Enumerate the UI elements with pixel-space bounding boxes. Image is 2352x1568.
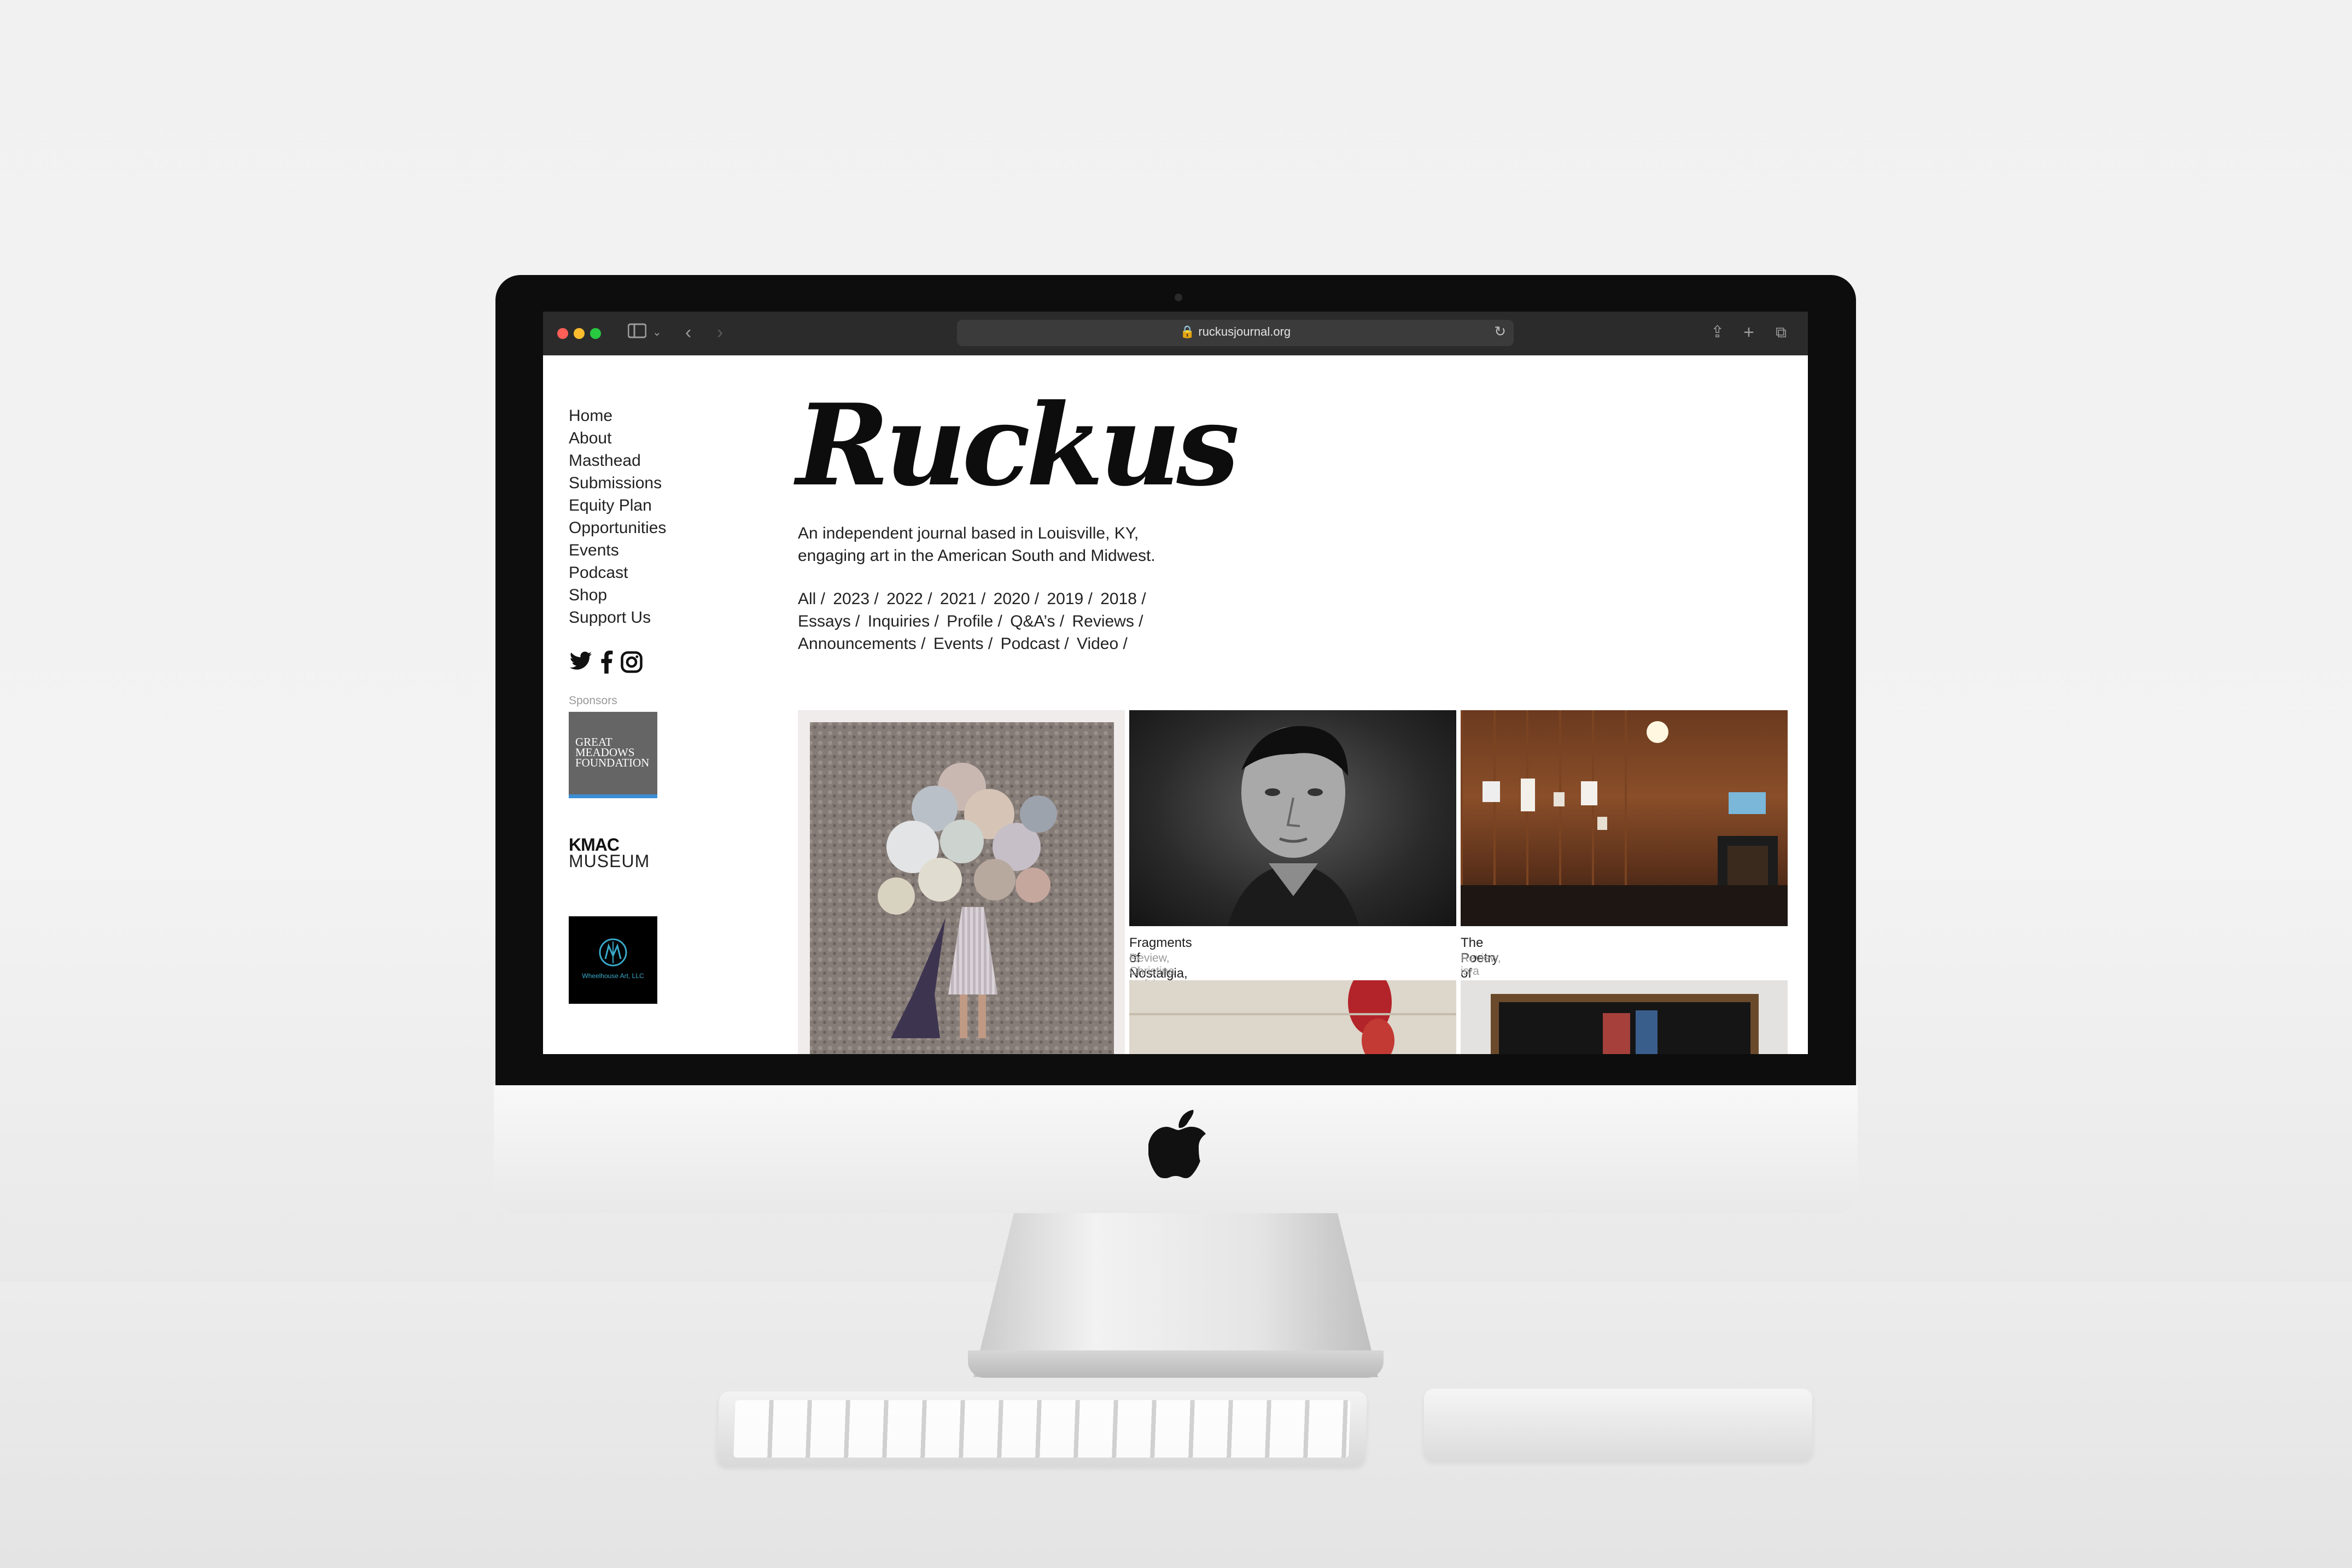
filter-2021[interactable]: 2021 / [940,590,985,608]
filter-events[interactable]: Events / [933,635,993,653]
keyboard [716,1391,1368,1465]
trackpad [1424,1389,1812,1460]
article-thumbnail-tapestry[interactable] [798,710,1125,1054]
nav-equity-plan[interactable]: Equity Plan [569,494,666,517]
nav-opportunities[interactable]: Opportunities [569,517,666,539]
site-nav: Home About Masthead Submissions Equity P… [569,405,666,629]
browser-toolbar: ⌄ ‹ › 🔒 ruckusjournal.org ↻ ⇪ + ⧉ [543,312,1808,355]
reload-icon[interactable]: ↻ [1494,323,1506,340]
portrait-photo-image [1228,726,1359,926]
filter-row-types: Essays / Inquiries / Profile / Q&A’s / R… [798,610,1290,633]
apple-logo-icon [1148,1110,1206,1178]
instagram-icon[interactable] [620,651,643,674]
sponsors-label: Sponsors [569,694,617,707]
webcam [1175,294,1182,301]
monitor-stand-base [968,1350,1384,1378]
close-window-button[interactable] [557,328,568,339]
sculpture-photo-image [1129,980,1456,1054]
new-tab-icon[interactable]: + [1743,321,1754,343]
social-links [569,651,643,674]
wheelhouse-caption: Wheelhouse Art, LLC [582,972,644,980]
minimize-window-button[interactable] [574,328,585,339]
sponsor-wheelhouse-logo[interactable]: Wheelhouse Art, LLC [569,916,657,1004]
url-value: ruckusjournal.org [1198,325,1291,338]
article-thumbnail-framed-work[interactable] [1461,980,1788,1054]
sidebar-toggle-icon[interactable] [627,321,647,343]
site-tagline: An independent journal based in Louisvil… [798,522,1290,567]
filter-2019[interactable]: 2019 / [1047,590,1092,608]
tagline-line1: An independent journal based in Louisvil… [798,524,1139,542]
nav-support-us[interactable]: Support Us [569,606,666,629]
back-button[interactable]: ‹ [685,321,691,343]
filter-profile[interactable]: Profile / [947,612,1002,630]
filter-all[interactable]: All / [798,590,825,608]
article-thumbnail-portrait[interactable] [1129,710,1456,926]
nav-events[interactable]: Events [569,539,666,561]
twitter-icon[interactable] [569,651,593,672]
sponsor-kmac-logo[interactable]: KMAC MUSEUM [569,835,650,871]
tapestry-artwork-image [810,722,1114,1054]
nav-shop[interactable]: Shop [569,584,666,606]
filter-2020[interactable]: 2020 / [994,590,1039,608]
tab-overview-icon[interactable]: ⧉ [1776,321,1787,343]
great-meadows-wordmark: GREAT MEADOWS FOUNDATION [575,736,650,769]
nav-home[interactable]: Home [569,405,666,427]
share-icon[interactable]: ⇪ [1711,321,1724,343]
url-text: 🔒 ruckusjournal.org [1180,325,1291,338]
zoom-window-button[interactable] [590,328,601,339]
article-thumbnail-sculpture[interactable] [1129,980,1456,1054]
filter-announcements[interactable]: Announcements / [798,635,925,653]
filter-2018[interactable]: 2018 / [1100,590,1146,608]
nav-masthead[interactable]: Masthead [569,449,666,472]
browser-window: ⌄ ‹ › 🔒 ruckusjournal.org ↻ ⇪ + ⧉ Home A… [543,312,1808,1054]
filter-row-years: All / 2023 / 2022 / 2021 / 2020 / 2019 /… [798,588,1290,610]
kmac-wordmark: KMAC [569,835,620,855]
filter-reviews[interactable]: Reviews / [1072,612,1143,630]
article-thumbnail-gallery[interactable] [1461,710,1788,926]
tagline-line2: engaging art in the American South and M… [798,547,1155,565]
filter-qas[interactable]: Q&A’s / [1010,612,1064,630]
address-bar[interactable]: 🔒 ruckusjournal.org ↻ [957,320,1514,346]
wheelhouse-emblem-icon [599,938,627,967]
nav-podcast[interactable]: Podcast [569,561,666,584]
filter-essays[interactable]: Essays / [798,612,860,630]
page-content: Home About Masthead Submissions Equity P… [543,355,1808,1054]
filter-inquiries[interactable]: Inquiries / [868,612,939,630]
forward-button[interactable]: › [717,321,723,343]
nav-about[interactable]: About [569,427,666,449]
gallery-room-photo-image [1461,710,1788,926]
great-meadows-line3: FOUNDATION [575,756,650,769]
nav-submissions[interactable]: Submissions [569,472,666,494]
site-logo[interactable]: Ruckus [796,388,1240,503]
category-filters: All / 2023 / 2022 / 2021 / 2020 / 2019 /… [798,588,1290,655]
kmac-museum-wordmark: MUSEUM [569,851,650,871]
filter-row-media: Announcements / Events / Podcast / Video… [798,633,1290,655]
keyboard-keys [733,1400,1351,1458]
chevron-down-icon[interactable]: ⌄ [652,321,662,343]
framed-work-photo-image [1491,994,1759,1054]
filter-2023[interactable]: 2023 / [833,590,878,608]
filter-2022[interactable]: 2022 / [886,590,932,608]
sponsor-great-meadows-logo[interactable]: GREAT MEADOWS FOUNDATION [569,712,657,798]
filter-podcast[interactable]: Podcast / [1001,635,1069,653]
filter-video[interactable]: Video / [1077,635,1128,653]
facebook-icon[interactable] [599,651,614,674]
